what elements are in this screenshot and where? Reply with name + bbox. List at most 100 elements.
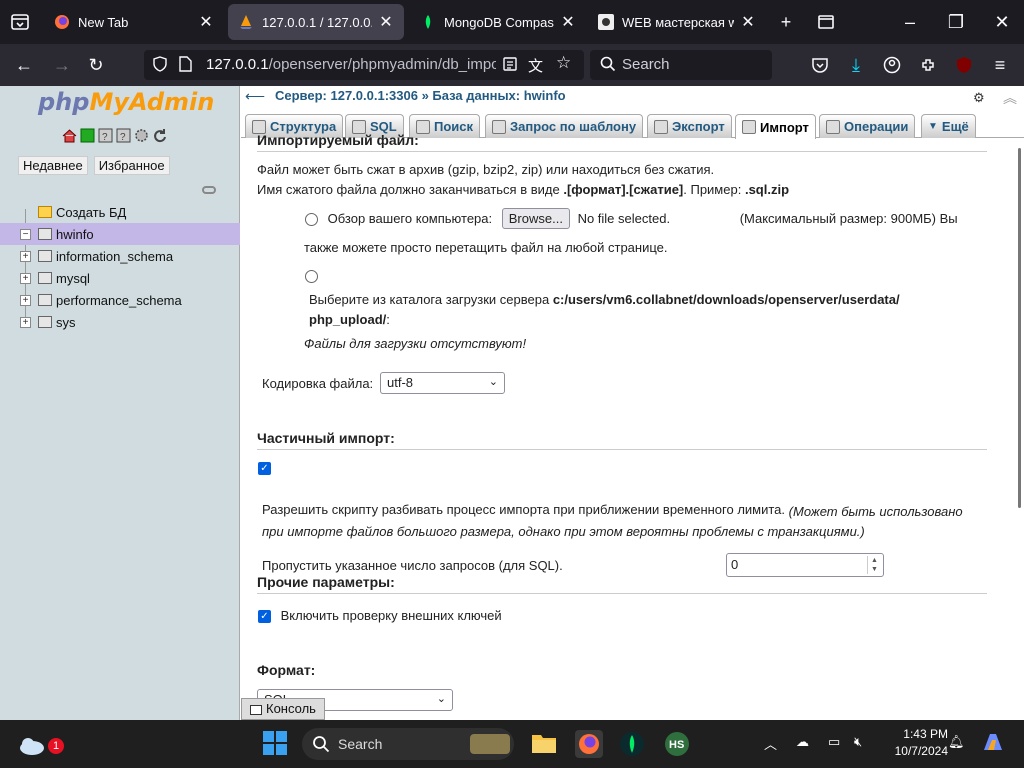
- scrollbar-thumb[interactable]: [1018, 148, 1021, 508]
- display-icon[interactable]: ▭: [828, 734, 840, 750]
- forward-arrow-icon[interactable]: →: [50, 53, 74, 77]
- heidisql-taskbar-icon[interactable]: HS: [663, 730, 691, 758]
- minimize-button[interactable]: –: [896, 8, 924, 36]
- new-tab-button[interactable]: +: [772, 8, 800, 36]
- link-with-main-icon[interactable]: [202, 186, 216, 194]
- extensions-icon[interactable]: [916, 53, 940, 77]
- logout-icon[interactable]: [80, 128, 95, 143]
- close-tab-icon[interactable]: ✕: [740, 12, 756, 32]
- max-size-text: (Максимальный размер: 900МБ) Вы: [739, 211, 958, 226]
- sql-docs-icon[interactable]: ?: [116, 128, 131, 143]
- server-dir-line-2: php_upload/:: [309, 312, 390, 327]
- console-icon: [250, 704, 262, 715]
- page-scrollbar[interactable]: [1016, 146, 1022, 706]
- spinner-icon[interactable]: ▲ ▼: [867, 556, 881, 574]
- address-bar[interactable]: 127.0.0.1/openserver/phpmyadmin/db_impor…: [144, 50, 584, 80]
- tree-item-label[interactable]: performance_schema: [56, 293, 182, 308]
- svg-text:?: ?: [120, 132, 126, 143]
- restore-button[interactable]: ❐: [942, 8, 970, 36]
- settings-gear-icon[interactable]: ⚙: [973, 90, 987, 105]
- no-file-text: No file selected.: [577, 211, 671, 226]
- search-bar[interactable]: Search: [590, 50, 772, 80]
- reload-nav-icon[interactable]: [152, 128, 167, 143]
- clock[interactable]: 1:43 PM 10/7/2024: [882, 726, 948, 760]
- upload-server-radio[interactable]: [305, 270, 318, 284]
- back-arrow-icon[interactable]: ←: [12, 53, 36, 77]
- tree-item-mysql[interactable]: + mysql: [0, 267, 240, 289]
- browse-button[interactable]: Browse...: [501, 208, 570, 229]
- docs-icon[interactable]: ?: [98, 128, 113, 143]
- ublock-icon[interactable]: [952, 53, 976, 77]
- collapse-panel-icon[interactable]: ⟵: [245, 88, 265, 104]
- close-tab-icon[interactable]: ✕: [198, 12, 214, 32]
- page-info-icon[interactable]: [178, 56, 192, 76]
- translate-icon[interactable]: 文: [528, 55, 543, 76]
- reader-view-icon[interactable]: [502, 56, 518, 76]
- allow-interrupt-checkbox[interactable]: ✓: [258, 462, 271, 476]
- breadcrumb-text[interactable]: Сервер: 127.0.0.1:3306 » База данных: hw…: [275, 88, 566, 103]
- console-toggle[interactable]: Консоль: [241, 698, 325, 720]
- tree-item-hwinfo[interactable]: − hwinfo: [0, 223, 240, 245]
- weather-widget-icon[interactable]: 1: [18, 732, 64, 760]
- bookmark-star-icon[interactable]: ☆: [556, 53, 571, 73]
- tab-mongodb[interactable]: MongoDB Compass Do ✕: [410, 4, 586, 40]
- main-panel: ⟵ Сервер: 127.0.0.1:3306 » База данных: …: [241, 86, 1024, 720]
- pocket-icon[interactable]: [808, 53, 832, 77]
- expand-icon[interactable]: +: [20, 294, 31, 306]
- reload-icon[interactable]: ↻: [84, 53, 108, 77]
- scroll-top-icon[interactable]: ︽: [1003, 88, 1017, 108]
- tab-list-icon[interactable]: [8, 10, 32, 34]
- tab-manager-icon[interactable]: [812, 8, 840, 36]
- chevron-down-icon: ▼: [928, 121, 938, 132]
- partial-import-heading: Частичный импорт:: [257, 430, 987, 450]
- menu-icon[interactable]: ≡: [988, 53, 1012, 77]
- windows-start-icon[interactable]: [262, 730, 290, 758]
- nav-toolbar: ? ?: [62, 128, 167, 143]
- tree-item-label[interactable]: Создать БД: [56, 205, 126, 220]
- firefox-taskbar-icon[interactable]: [575, 730, 603, 758]
- taskbar-search[interactable]: Search: [302, 728, 514, 760]
- tree-item-label[interactable]: hwinfo: [56, 227, 94, 242]
- tray-chevron-up-icon[interactable]: ︿: [764, 734, 777, 753]
- allow-interrupt-desc: Разрешить скрипту разбивать процесс импо…: [262, 504, 963, 539]
- tab-web-workshop[interactable]: WEB мастерская wapin ✕: [588, 4, 766, 40]
- upload-local-radio[interactable]: [305, 213, 318, 227]
- copilot-icon[interactable]: [980, 730, 1008, 758]
- home-icon[interactable]: [62, 128, 77, 143]
- database-tree: Создать БД − hwinfo + information_schema…: [0, 201, 240, 333]
- expand-icon[interactable]: +: [20, 272, 31, 284]
- tree-item-create-db[interactable]: Создать БД: [0, 201, 240, 223]
- mongodb-taskbar-icon[interactable]: [618, 730, 646, 758]
- expand-icon[interactable]: +: [20, 316, 31, 328]
- tree-item-performance-schema[interactable]: + performance_schema: [0, 289, 240, 311]
- tree-item-label[interactable]: mysql: [56, 271, 90, 286]
- network-off-icon[interactable]: ☁: [796, 734, 809, 750]
- phpmyadmin-logo[interactable]: phpMyAdmin: [38, 88, 214, 116]
- download-icon[interactable]: ⤓: [844, 53, 868, 77]
- close-tab-icon[interactable]: ✕: [378, 12, 394, 32]
- settings-icon[interactable]: [134, 128, 149, 143]
- tree-item-sys[interactable]: + sys: [0, 311, 240, 333]
- close-tab-icon[interactable]: ✕: [560, 12, 576, 32]
- new-database-icon: [38, 206, 52, 218]
- tab-new-tab[interactable]: New Tab ✕: [44, 4, 224, 40]
- volume-muted-icon[interactable]: 🔇︎: [854, 734, 862, 750]
- account-icon[interactable]: [880, 53, 904, 77]
- collapse-icon[interactable]: −: [20, 228, 31, 240]
- close-window-button[interactable]: ✕: [988, 8, 1016, 36]
- notification-bell-icon[interactable]: 🔔︎: [948, 734, 965, 750]
- upload-server-radio-row: [305, 268, 318, 284]
- expand-icon[interactable]: +: [20, 250, 31, 262]
- tab-phpmyadmin[interactable]: 127.0.0.1 / 127.0.0.1 / hw ✕: [228, 4, 404, 40]
- foreign-key-checkbox[interactable]: ✓: [258, 610, 271, 624]
- shield-icon[interactable]: [152, 56, 168, 76]
- favorites-tab[interactable]: Избранное: [93, 156, 170, 175]
- file-explorer-icon[interactable]: [530, 730, 558, 758]
- tab-label: MongoDB Compass Do: [444, 14, 554, 30]
- tree-item-information-schema[interactable]: + information_schema: [0, 245, 240, 267]
- tree-item-label[interactable]: sys: [56, 315, 76, 330]
- charset-select[interactable]: utf-8 ⌄: [380, 372, 505, 394]
- recent-tab[interactable]: Недавнее: [18, 156, 88, 175]
- search-highlight-icon: [470, 734, 510, 754]
- tree-item-label[interactable]: information_schema: [56, 249, 173, 264]
